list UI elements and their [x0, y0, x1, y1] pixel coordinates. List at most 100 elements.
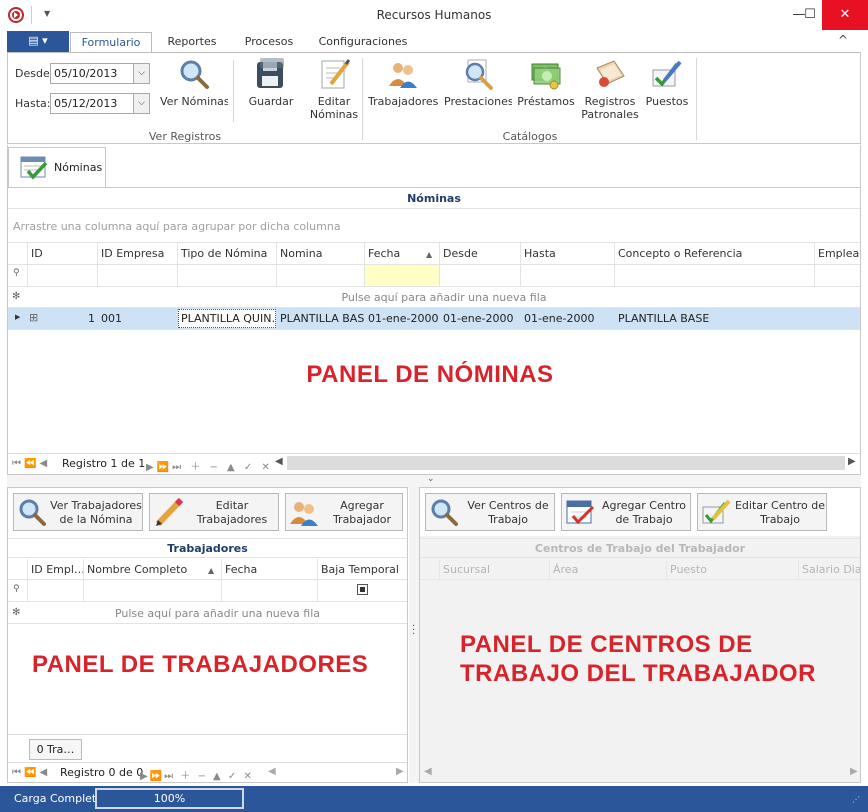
- tab-procesos[interactable]: Procesos: [236, 32, 302, 53]
- horizontal-scrollbar[interactable]: [287, 456, 845, 470]
- editar-nominas-label-2: Nóminas: [309, 108, 359, 121]
- grid-line: [549, 559, 550, 579]
- collapse-ribbon-icon[interactable]: ^: [838, 33, 848, 47]
- puestos-label: Puestos: [645, 95, 689, 108]
- row-indicator-icon: ▶: [15, 313, 21, 321]
- ver-trabajadores-button[interactable]: Ver Trabajadores de la Nómina: [13, 493, 143, 531]
- trabajadores-button[interactable]: Trabajadores: [368, 56, 438, 122]
- new-row-icon: ✻: [12, 291, 21, 302]
- expand-row-icon[interactable]: ⊞: [29, 311, 38, 324]
- money-icon: [530, 58, 562, 90]
- col-nombre-completo[interactable]: Nombre Completo: [87, 563, 207, 576]
- desde-dropdown-icon[interactable]: ⌵: [133, 63, 150, 84]
- splitter-collapse-icon[interactable]: ⌄: [427, 474, 435, 484]
- hasta-date-input[interactable]: 05/12/2013: [50, 93, 134, 114]
- trabajadores-panel-header: Trabajadores: [8, 538, 407, 558]
- nav-next-last-icons[interactable]: ▶⏩⏭ ＋ − ▲ ✓ ✕: [146, 458, 273, 473]
- nominas-new-row[interactable]: Pulse aquí para añadir una nueva fila: [28, 291, 860, 304]
- fecha-filter-cell[interactable]: [365, 265, 439, 285]
- agregar-trabajador-button[interactable]: Agregar Trabajador: [285, 493, 403, 531]
- nav-next-last-icons[interactable]: ▶⏩⏭ ＋ − ▲ ✓ ✕: [140, 767, 254, 782]
- hscroll-right-icon[interactable]: ▶: [396, 766, 404, 777]
- desde-date-input[interactable]: 05/10/2013: [50, 63, 134, 84]
- baja-temporal-filter-checkbox[interactable]: [357, 584, 368, 595]
- panel-nominas-overlay-text: PANEL DE NÓMINAS: [306, 361, 554, 388]
- col-baja-temporal[interactable]: Baja Temporal: [321, 563, 406, 576]
- panel-centros-overlay-line1: PANEL DE CENTROS DE: [460, 631, 753, 658]
- registros-patronales-button[interactable]: Registros Patronales: [580, 56, 640, 122]
- hscroll-right-icon[interactable]: ▶: [850, 766, 858, 777]
- col-empleado[interactable]: Empleado: [818, 247, 860, 260]
- grid-line: [8, 734, 407, 735]
- tab-nominas-document[interactable]: Nóminas: [8, 147, 106, 187]
- col-nomina[interactable]: Nomina: [280, 247, 362, 260]
- filter-row-icon: ⚲: [13, 268, 20, 278]
- save-disk-icon: [255, 58, 287, 90]
- agregar-centro-button[interactable]: Agregar Centro de Trabajo: [561, 493, 691, 531]
- filter-row-icon: ⚲: [13, 584, 20, 594]
- calendar-check-icon: [565, 498, 595, 528]
- editar-nominas-button[interactable]: Editar Nóminas: [304, 56, 364, 122]
- grid-line: [8, 579, 407, 580]
- cell-id[interactable]: 1: [40, 312, 95, 325]
- trabajadores-new-row[interactable]: Pulse aquí para añadir una nueva fila: [28, 607, 407, 620]
- grid-line: [420, 579, 860, 580]
- cell-empresa[interactable]: 001: [101, 312, 176, 325]
- tab-configuraciones[interactable]: Configuraciones: [315, 32, 411, 53]
- maximize-button[interactable]: ☐: [799, 0, 821, 30]
- cell-concepto[interactable]: PLANTILLA BASE: [618, 312, 813, 325]
- magnifier-icon: [178, 58, 210, 90]
- tab-reportes[interactable]: Reportes: [158, 32, 226, 53]
- agregar-centro-label-1: Agregar Centro: [601, 499, 687, 512]
- hscroll-left-icon[interactable]: ◀: [268, 766, 276, 777]
- nav-first-prev-icons[interactable]: ⏮⏪◀: [12, 767, 50, 778]
- col-hasta[interactable]: Hasta: [524, 247, 612, 260]
- nominas-panel-header: Nóminas: [8, 188, 860, 209]
- hscroll-right-icon[interactable]: ▶: [848, 456, 856, 467]
- splitter-grip-icon[interactable]: · · ·: [412, 622, 415, 640]
- nav-first-prev-icons[interactable]: ⏮⏪◀: [12, 458, 50, 469]
- cell-hasta[interactable]: 01-ene-2000: [524, 312, 612, 325]
- hasta-dropdown-icon[interactable]: ⌵: [133, 93, 150, 114]
- editar-centro-button[interactable]: Editar Centro de Trabajo: [697, 493, 827, 531]
- close-button[interactable]: ✕: [822, 0, 868, 30]
- col-sucursal: Sucursal: [443, 563, 491, 576]
- magnifier-icon: [429, 497, 459, 527]
- guardar-button[interactable]: Guardar: [241, 56, 301, 122]
- resize-grip-icon[interactable]: ⋰: [852, 796, 860, 804]
- cell-desde[interactable]: 01-ene-2000: [443, 312, 519, 325]
- ver-centros-button[interactable]: Ver Centros de Trabajo: [425, 493, 555, 531]
- guardar-label: Guardar: [248, 95, 294, 108]
- col-fecha[interactable]: Fecha: [368, 247, 418, 260]
- hscroll-left-icon[interactable]: ◀: [424, 766, 432, 777]
- col-concepto[interactable]: Concepto o Referencia: [618, 247, 813, 260]
- col-id-empleado[interactable]: ID Empl…: [31, 563, 83, 576]
- editar-trabajadores-button[interactable]: Editar Trabajadores: [149, 493, 279, 531]
- ver-nominas-button[interactable]: Ver Nóminas: [160, 56, 228, 122]
- cell-fecha[interactable]: 01-ene-2000: [368, 312, 440, 325]
- cell-tipo[interactable]: PLANTILLA QUIN…: [181, 312, 275, 325]
- document-tab-strip: [7, 145, 861, 187]
- cell-nomina[interactable]: PLANTILLA BASE: [280, 312, 364, 325]
- puestos-button[interactable]: Puestos: [642, 56, 692, 122]
- editar-centro-label-2: Trabajo: [760, 513, 800, 526]
- tab-formulario[interactable]: Formulario: [70, 32, 152, 53]
- grid-line: [798, 559, 799, 579]
- trabajadores-label: Trabajadores: [368, 95, 438, 108]
- trabajadores-count-tab[interactable]: 0 Tra…: [29, 739, 82, 760]
- col-fecha-trab[interactable]: Fecha: [225, 563, 317, 576]
- col-puesto: Puesto: [670, 563, 707, 576]
- hscroll-left-icon[interactable]: ◀: [275, 456, 283, 470]
- col-desde[interactable]: Desde: [443, 247, 519, 260]
- ribbon-separator: [233, 60, 234, 122]
- prestamos-button[interactable]: Préstamos: [516, 56, 576, 122]
- col-id-empresa[interactable]: ID Empresa: [101, 247, 176, 260]
- window-title: Recursos Humanos: [376, 8, 492, 22]
- progress-text: 100%: [153, 792, 186, 805]
- col-id[interactable]: ID: [31, 247, 93, 260]
- sort-ascending-icon: ▲: [426, 250, 433, 259]
- col-tipo-nomina[interactable]: Tipo de Nómina: [181, 247, 275, 260]
- file-menu-button[interactable]: ▤ ▾: [7, 31, 69, 52]
- registros-patronales-label-1: Registros: [584, 95, 636, 108]
- prestaciones-button[interactable]: Prestaciones: [444, 56, 512, 122]
